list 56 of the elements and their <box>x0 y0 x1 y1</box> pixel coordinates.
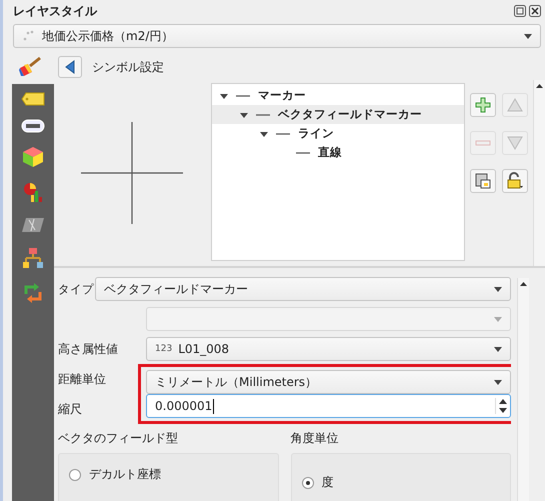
chart-icon[interactable] <box>22 181 44 203</box>
add-layer-button[interactable] <box>470 93 496 117</box>
line-icon <box>256 112 270 116</box>
map-3d-icon[interactable] <box>21 216 45 234</box>
group-title: 角度単位 <box>290 430 340 447</box>
padlock-icon <box>506 172 524 190</box>
duplicate-layer-button[interactable] <box>470 169 496 193</box>
minus-icon <box>475 140 492 146</box>
radio-option[interactable]: 度 <box>302 474 500 491</box>
expand-arrow-icon[interactable] <box>240 110 248 118</box>
field-label: 距離単位 <box>58 370 107 388</box>
radio-option[interactable]: デカルト座標 <box>69 466 268 483</box>
field-label: 縮尺 <box>58 400 83 418</box>
cube-icon[interactable] <box>22 146 44 168</box>
line-icon <box>296 150 310 154</box>
scrollbar[interactable] <box>533 80 545 266</box>
scroll-up-icon[interactable] <box>520 282 527 286</box>
spin-arrows-icon[interactable] <box>495 398 510 414</box>
duplicate-icon <box>475 173 492 189</box>
section-title: シンボル設定 <box>92 58 164 76</box>
tree-item[interactable]: 直線 <box>212 143 464 162</box>
expand-arrow-icon[interactable] <box>220 92 228 100</box>
scroll-up-icon[interactable] <box>536 84 544 88</box>
caret-icon <box>524 34 532 38</box>
scrollbar[interactable] <box>517 278 529 501</box>
plus-icon <box>475 97 492 113</box>
lock-layer-button[interactable] <box>502 169 528 193</box>
layer-combo[interactable]: 地価公示価格（m2/円） <box>13 24 541 48</box>
tree-item[interactable]: ベクタフィールドマーカー <box>212 105 464 124</box>
triangle-up-icon <box>507 98 524 112</box>
diagram-icon[interactable] <box>22 247 44 269</box>
spin-box[interactable]: 0.000001 <box>146 394 511 418</box>
float-icon[interactable] <box>514 5 526 17</box>
back-button[interactable] <box>58 56 82 78</box>
tree-item[interactable]: マーカー <box>212 86 464 105</box>
line-icon <box>276 132 290 136</box>
close-icon[interactable] <box>529 5 541 17</box>
caret-icon <box>494 380 502 384</box>
caret-icon <box>494 346 502 352</box>
field-label: タイプ <box>58 282 94 296</box>
expand-arrow-icon[interactable] <box>260 130 268 138</box>
triangle-down-icon <box>507 136 524 150</box>
brush-icon[interactable] <box>18 56 42 78</box>
point-layer-icon <box>22 30 36 42</box>
text-icon[interactable] <box>21 119 45 133</box>
triangle-left-icon <box>65 60 75 74</box>
label-icon[interactable] <box>21 92 45 106</box>
group-title: ベクタのフィールド型 <box>58 430 179 447</box>
type-combo[interactable]: ベクタフィールドマーカー <box>95 277 511 301</box>
caret-icon <box>494 286 502 292</box>
field-label: 高さ属性値 <box>58 340 119 358</box>
caret-icon <box>494 316 502 322</box>
combo-box[interactable]: ミリメートル（Millimeters） <box>146 370 511 394</box>
line-icon <box>236 94 250 98</box>
window-title: レイヤスタイル <box>13 2 98 20</box>
tree-item[interactable]: ライン <box>212 124 464 143</box>
